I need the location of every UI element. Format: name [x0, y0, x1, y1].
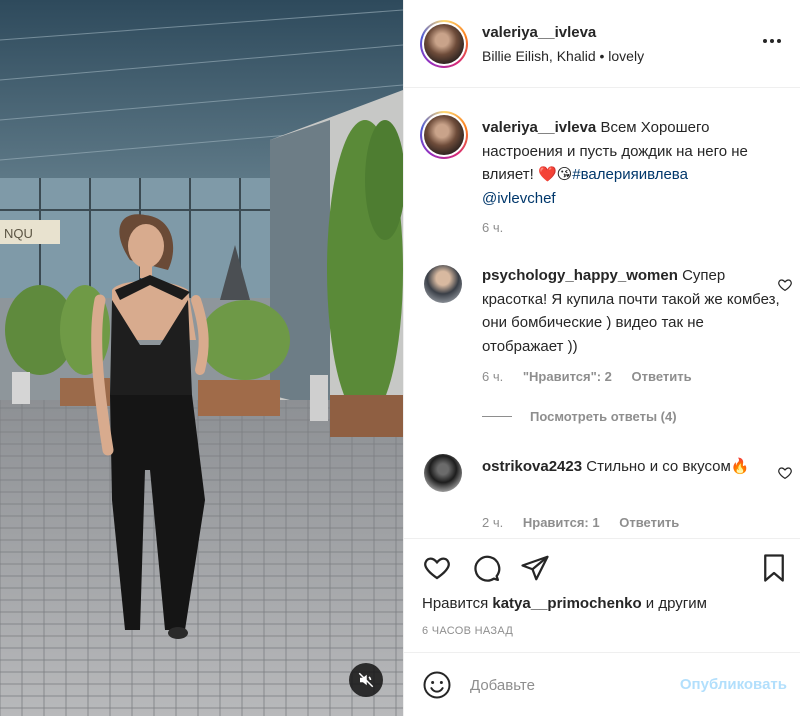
comment-reply-button[interactable]: Ответить	[632, 369, 692, 384]
post-media[interactable]: NQU	[0, 0, 403, 716]
bookmark-icon[interactable]	[759, 553, 789, 583]
comment-avatar[interactable]	[424, 265, 462, 303]
comment-icon[interactable]	[471, 553, 501, 583]
publish-button[interactable]: Опубликовать	[680, 676, 787, 693]
sign-text: NQU	[4, 226, 33, 241]
comment-username[interactable]: ostrikova2423	[482, 458, 582, 475]
comment-text-block: ostrikova2423 Стильно и со вкусом🔥	[482, 455, 782, 479]
caption-avatar[interactable]	[420, 111, 468, 159]
comment-likes[interactable]: "Нравится": 2	[523, 369, 612, 384]
emoji-icon[interactable]	[422, 670, 452, 700]
caption-emoji: ❤️😘	[537, 166, 573, 183]
comments-section: valeriya__ivleva Всем Хорошего настроени…	[404, 89, 800, 537]
share-icon[interactable]	[520, 553, 550, 583]
comment-avatar[interactable]	[424, 454, 462, 492]
comment-reply-button[interactable]: Ответить	[619, 515, 679, 530]
comment-input[interactable]	[470, 673, 700, 697]
comment-meta: 6 ч. "Нравится": 2 Ответить	[482, 369, 692, 384]
comment-text: Стильно и со вкусом🔥	[586, 458, 750, 475]
view-replies-label: Посмотреть ответы (4)	[530, 409, 677, 424]
author-avatar[interactable]	[420, 20, 468, 68]
add-comment-bar: Опубликовать	[404, 652, 800, 716]
sound-off-icon	[358, 672, 374, 688]
likes-suffix[interactable]: и другим	[646, 595, 707, 612]
more-options-button[interactable]	[763, 36, 783, 46]
video-frame: NQU	[0, 0, 403, 716]
likes-prefix: Нравится	[422, 595, 489, 612]
post-side-panel: valeriya__ivleva Billie Eilish, Khalid •…	[403, 0, 800, 716]
comment-username[interactable]: psychology_happy_women	[482, 267, 678, 284]
view-replies-button[interactable]: Посмотреть ответы (4)	[482, 409, 677, 424]
post-time-ago[interactable]: 6 ЧАСОВ НАЗАД	[422, 625, 513, 637]
audio-label[interactable]: Billie Eilish, Khalid • lovely	[482, 48, 644, 64]
author-username[interactable]: valeriya__ivleva	[482, 24, 596, 41]
likes-user-link[interactable]: katya__primochenko	[492, 595, 641, 612]
comment-text-block: psychology_happy_women Супер красотка! Я…	[482, 264, 782, 358]
comment-likes[interactable]: Нравится: 1	[523, 515, 600, 530]
heart-icon[interactable]	[422, 553, 452, 583]
comment-time[interactable]: 2 ч.	[482, 515, 503, 530]
post-actions: Нравится katya__primochenko и другим 6 Ч…	[404, 538, 800, 650]
comment-time[interactable]: 6 ч.	[482, 369, 503, 384]
comment-like-heart-icon[interactable]	[777, 277, 793, 293]
post-header: valeriya__ivleva Billie Eilish, Khalid •…	[404, 0, 800, 88]
caption-time[interactable]: 6 ч.	[482, 220, 503, 235]
mute-button[interactable]	[349, 663, 383, 697]
caption-hashtag[interactable]: #валерияивлева	[572, 166, 688, 183]
more-horizontal-icon	[763, 39, 767, 43]
caption-mention[interactable]: @ivlevchef	[482, 190, 556, 207]
replies-divider	[482, 416, 512, 417]
caption-username[interactable]: valeriya__ivleva	[482, 119, 596, 136]
comment-meta: 2 ч. Нравится: 1 Ответить	[482, 515, 679, 530]
comment-like-heart-icon[interactable]	[777, 465, 793, 481]
likes-summary: Нравится katya__primochenko и другим	[422, 595, 707, 612]
caption-text-block: valeriya__ivleva Всем Хорошего настроени…	[482, 116, 782, 210]
